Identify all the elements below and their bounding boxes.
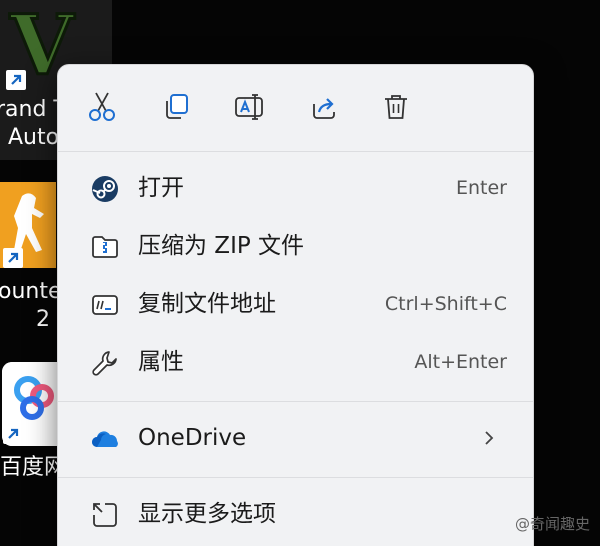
shortcut-arrow-icon [3, 248, 23, 268]
onedrive-icon [90, 424, 120, 454]
more-options-icon [90, 500, 120, 530]
desktop-icon-label: 2 [36, 307, 50, 332]
rename-button[interactable] [230, 89, 270, 129]
share-icon [309, 92, 339, 126]
delete-button[interactable] [376, 89, 416, 129]
menu-item-label: 打开 [138, 175, 184, 201]
rename-icon [234, 92, 266, 126]
menu-divider [58, 401, 533, 402]
shortcut-arrow-icon [3, 424, 23, 444]
cut-icon [87, 91, 117, 127]
menu-item-copy-path[interactable]: 复制文件地址 Ctrl+Shift+C [66, 277, 527, 333]
menu-item-open[interactable]: 打开 Enter [66, 161, 527, 217]
menu-item-shortcut: Enter [456, 177, 507, 199]
context-menu: 打开 Enter 压缩为 ZIP 文件 复制文件地址 Ctrl+Shift+C … [57, 64, 534, 546]
menu-item-label: 显示更多选项 [138, 501, 276, 527]
wrench-icon [90, 348, 120, 378]
menu-item-show-more-options[interactable]: 显示更多选项 [66, 487, 527, 543]
copy-icon [161, 92, 191, 126]
chevron-right-icon [479, 428, 499, 448]
menu-divider [58, 151, 533, 152]
quick-actions-bar [58, 65, 533, 151]
zip-folder-icon [90, 232, 120, 262]
menu-item-compress-zip[interactable]: 压缩为 ZIP 文件 [66, 219, 527, 275]
menu-item-shortcut: Ctrl+Shift+C [384, 293, 507, 315]
delete-icon [382, 92, 410, 126]
copy-button[interactable] [156, 89, 196, 129]
desktop: V rand T Auto ounter 2 百度网 打开 Enter 压缩为 … [0, 0, 600, 546]
menu-item-onedrive[interactable]: OneDrive [66, 411, 527, 467]
steam-icon [90, 174, 120, 204]
cut-button[interactable] [82, 89, 122, 129]
desktop-icon-label: Auto [8, 125, 60, 150]
menu-item-label: 压缩为 ZIP 文件 [138, 233, 305, 259]
copy-path-icon [90, 290, 120, 320]
menu-item-label: OneDrive [138, 425, 247, 451]
watermark: @奇闻趣史 [514, 515, 590, 533]
share-button[interactable] [304, 89, 344, 129]
menu-item-label: 属性 [138, 349, 184, 375]
shortcut-arrow-icon [6, 70, 26, 90]
menu-item-label: 复制文件地址 [138, 291, 276, 317]
menu-item-properties[interactable]: 属性 Alt+Enter [66, 335, 527, 391]
menu-item-shortcut: Alt+Enter [414, 351, 507, 373]
menu-divider [58, 477, 533, 478]
